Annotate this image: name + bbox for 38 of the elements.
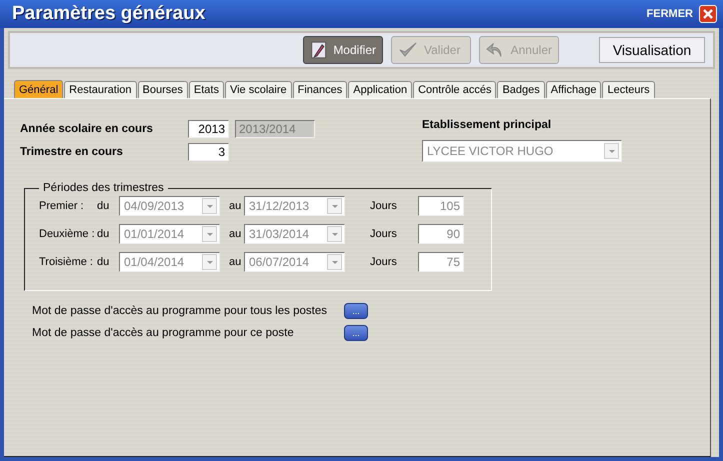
- field-label: au: [228, 256, 242, 268]
- field-label: Trimestre en cours: [20, 146, 124, 158]
- tab[interactable]: Application: [348, 81, 412, 98]
- field-label: au: [228, 200, 242, 212]
- mode-indicator: Visualisation: [599, 37, 705, 63]
- field-label: Jours: [370, 256, 398, 268]
- row-label: Deuxième :: [39, 228, 96, 240]
- tab[interactable]: Bourses: [138, 81, 188, 98]
- field-label: du: [97, 200, 110, 212]
- field-label: du: [97, 228, 110, 240]
- tab[interactable]: Affichage: [546, 81, 602, 98]
- field-label: Année scolaire en cours: [20, 122, 154, 135]
- tab[interactable]: Etats: [188, 81, 224, 98]
- tab[interactable]: Restauration: [64, 81, 137, 98]
- field-label: Mot de passe d'accès au programme pour ce poste: [32, 327, 295, 339]
- close-label: FERMER: [646, 8, 693, 20]
- window-title: Paramètres généraux: [12, 3, 206, 25]
- tab[interactable]: Contrôle accés: [413, 81, 496, 98]
- tab[interactable]: Badges: [497, 81, 545, 98]
- field-label: Mot de passe d'accès au programme pour tous les postes: [32, 305, 328, 317]
- ellipsis-button[interactable]: ...: [344, 303, 368, 319]
- input-field[interactable]: 3: [188, 143, 229, 162]
- tab[interactable]: Général: [14, 80, 64, 98]
- row-label: Troisième :: [39, 256, 94, 268]
- input-field: 2013/2014: [235, 120, 315, 138]
- tab[interactable]: Vie scolaire: [224, 81, 292, 98]
- group-title: Périodes des trimestres: [42, 182, 165, 194]
- field-label: Jours: [370, 200, 398, 212]
- ellipsis-button[interactable]: ...: [344, 325, 368, 341]
- row-label: Premier :: [39, 200, 85, 212]
- field-label: du: [97, 256, 110, 268]
- toolbar-button[interactable]: Modifier: [303, 36, 383, 64]
- tab[interactable]: Finances: [292, 81, 348, 98]
- tab[interactable]: Lecteurs: [602, 81, 655, 98]
- input-field[interactable]: 2013: [188, 120, 229, 138]
- field-label: Jours: [370, 228, 398, 240]
- field-label: Etablissement principal: [422, 119, 552, 131]
- field-label: au: [228, 228, 242, 240]
